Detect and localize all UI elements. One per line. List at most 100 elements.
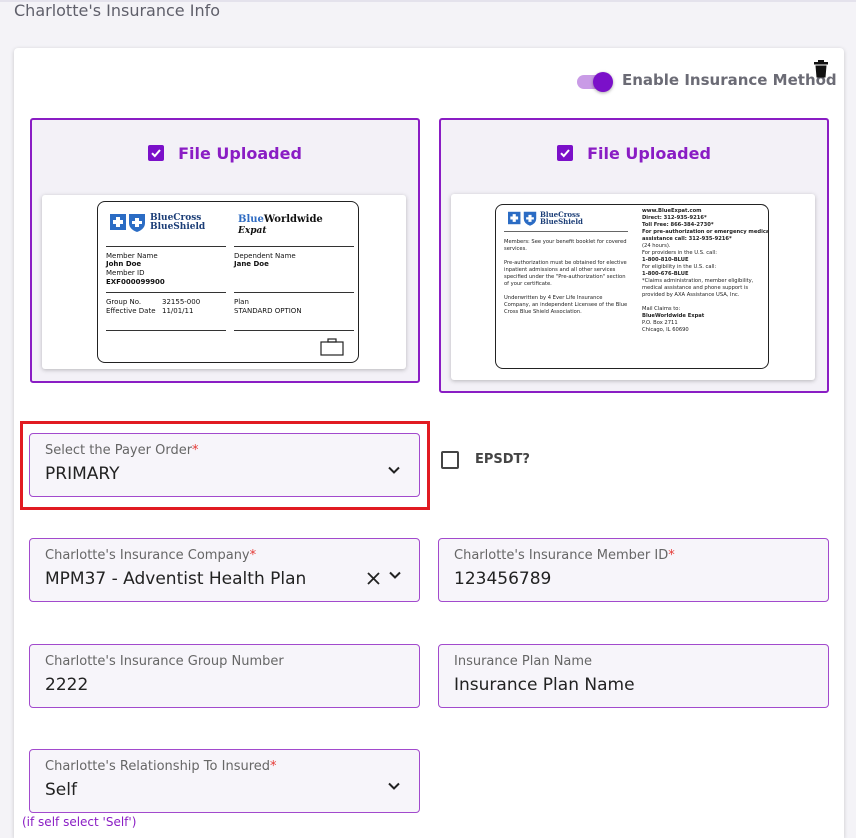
- card-text-line: provided by AXA Assistance USA, Inc.: [642, 292, 740, 298]
- member-id-label: Member ID: [106, 269, 145, 277]
- relationship-select[interactable]: Charlotte's Relationship To Insured* Sel…: [29, 749, 420, 813]
- insurance-card-front-image: BlueCross BlueShield BlueWorldwide Expat…: [42, 195, 406, 369]
- effective-value: 11/01/11: [162, 307, 194, 315]
- card-back-left-text: Members: See your benefit booklet for co…: [504, 239, 634, 316]
- card-text-line: Chicago, IL 60690: [642, 327, 689, 333]
- blueshield-logo-icon: [523, 211, 537, 226]
- card-text-line: [504, 288, 634, 295]
- card-text-line: *Claims administration, member eligibili…: [642, 278, 754, 284]
- group-number-field[interactable]: Charlotte's Insurance Group Number 2222: [29, 644, 420, 708]
- member-id: EXF000099900: [106, 278, 165, 286]
- payer-order-value: PRIMARY: [45, 464, 120, 484]
- plan-name-label: Insurance Plan Name: [454, 654, 593, 669]
- card-text-line: For pre-authorization or emergency medic…: [642, 229, 769, 235]
- card-text-line: inpatient admissions and all other servi…: [504, 267, 616, 273]
- epsdt-label: EPSDT?: [475, 452, 530, 467]
- relationship-value: Self: [45, 780, 77, 800]
- group-number-value: 2222: [45, 675, 89, 695]
- member-id-label: Charlotte's Insurance Member ID*: [454, 548, 675, 563]
- toggle-knob: [593, 72, 613, 92]
- group-label: Group No.: [106, 298, 142, 306]
- divider: [234, 246, 354, 247]
- card-text-line: For eligibility in the U.S. call:: [642, 264, 717, 270]
- member-name: John Doe: [106, 260, 142, 268]
- card-text-line: Direct: 312-935-9216*: [642, 215, 707, 221]
- effective-label: Effective Date: [106, 307, 156, 315]
- divider: [504, 231, 628, 232]
- card-text-line: [504, 253, 634, 260]
- card-text-line: Pre-authorization must be obtained for e…: [504, 260, 627, 266]
- card-text-line: www.BlueExpat.com: [642, 208, 702, 214]
- card-text-line: 1-800-810-BLUE: [642, 257, 689, 263]
- divider: [106, 246, 226, 247]
- chevron-down-icon: [388, 782, 400, 790]
- insurance-company-value: MPM37 - Adventist Health Plan: [45, 569, 307, 589]
- card-text-line: of your certificate.: [504, 281, 552, 287]
- card-text-line: 1-800-676-BLUE: [642, 271, 689, 277]
- suitcase-icon: [320, 338, 344, 356]
- card-text-line: [642, 299, 767, 306]
- brand-worldwide: BlueWorldwide: [238, 214, 323, 225]
- insurance-card-panel: Enable Insurance Method File Uploaded Bl…: [14, 48, 844, 838]
- upload-status: File Uploaded: [441, 144, 827, 163]
- chevron-down-icon[interactable]: [388, 570, 402, 580]
- divider: [106, 330, 226, 331]
- group-value: 32155-000: [162, 298, 201, 306]
- page-title: Charlotte's Insurance Info: [14, 1, 221, 20]
- plan-name-value: Insurance Plan Name: [454, 675, 635, 695]
- payer-order-select[interactable]: Select the Payer Order* PRIMARY: [29, 433, 420, 497]
- enable-insurance-label: Enable Insurance Method: [622, 71, 837, 89]
- bluecross-logo-icon: [508, 211, 521, 225]
- brand-expat: Expat: [238, 226, 267, 236]
- upload-status: File Uploaded: [32, 144, 418, 163]
- divider: [234, 330, 354, 331]
- upload-front-card[interactable]: File Uploaded BlueCross BlueShield BlueW…: [30, 118, 420, 383]
- plan-label: Plan: [234, 298, 249, 306]
- logo-line2: BlueShield: [150, 222, 206, 232]
- dependent-name: Jane Doe: [234, 260, 269, 268]
- card-text-line: Members: See your benefit booklet for co…: [504, 239, 627, 245]
- plan-name-field[interactable]: Insurance Plan Name Insurance Plan Name: [438, 644, 829, 708]
- insurance-card-back-image: BlueCross BlueShield Members: See your b…: [451, 194, 815, 380]
- member-id-field[interactable]: Charlotte's Insurance Member ID* 1234567…: [438, 538, 829, 602]
- epsdt-checkbox[interactable]: [441, 451, 459, 469]
- file-uploaded-label: File Uploaded: [587, 144, 711, 163]
- enable-insurance-toggle[interactable]: [577, 70, 613, 94]
- relationship-label: Charlotte's Relationship To Insured*: [45, 759, 277, 774]
- insurance-company-label: Charlotte's Insurance Company*: [45, 548, 257, 563]
- plan-value: STANDARD OPTION: [234, 307, 302, 315]
- file-uploaded-label: File Uploaded: [178, 144, 302, 163]
- card-text-line: Underwritten by 4 Ever Life Insurance: [504, 295, 603, 301]
- member-name-label: Member Name: [106, 252, 158, 260]
- member-id-value: 123456789: [454, 569, 552, 589]
- card-text-line: services.: [504, 246, 527, 252]
- card-text-line: Toll Free: 866-384-2730*: [642, 222, 714, 228]
- group-number-label: Charlotte's Insurance Group Number: [45, 654, 284, 669]
- card-text-line: Cross Blue Shield Association.: [504, 309, 582, 315]
- relationship-hint: (if self select 'Self'): [22, 815, 137, 829]
- clear-icon[interactable]: [367, 572, 380, 585]
- trash-icon[interactable]: [814, 60, 828, 78]
- card-front: BlueCross BlueShield BlueWorldwide Expat…: [97, 201, 359, 363]
- checkbox-checked-icon: [148, 145, 165, 161]
- card-text-line: For providers in the U.S. call:: [642, 250, 717, 256]
- card-text-line: Company, an independent Licensee of the …: [504, 302, 628, 308]
- card-text-line: BlueWorldwide Expat: [642, 313, 705, 319]
- card-text-line: medical assistance and phone support is: [642, 285, 749, 291]
- divider: [106, 292, 226, 293]
- logo-line2: BlueShield: [540, 217, 583, 226]
- bluecross-logo-icon: [110, 214, 126, 230]
- upload-back-card[interactable]: File Uploaded BlueCross BlueShield Membe…: [439, 118, 829, 393]
- card-back: BlueCross BlueShield Members: See your b…: [495, 204, 769, 369]
- insurance-company-select[interactable]: Charlotte's Insurance Company* MPM37 - A…: [29, 538, 420, 602]
- card-text-line: P.O. Box 2711: [642, 320, 678, 326]
- card-text-line: Mail Claims to:: [642, 306, 681, 312]
- checkbox-checked-icon: [557, 145, 574, 161]
- card-text-line: assistance call: 312-935-9216*: [642, 236, 732, 242]
- card-text-line: (24 hours).: [642, 243, 671, 249]
- card-back-right-text: www.BlueExpat.com Direct: 312-935-9216* To…: [642, 208, 769, 334]
- card-text-line: specified under the "Pre-authorization" …: [504, 274, 626, 280]
- divider: [234, 292, 354, 293]
- payer-order-label: Select the Payer Order*: [45, 443, 199, 458]
- blueshield-logo-icon: [129, 214, 145, 232]
